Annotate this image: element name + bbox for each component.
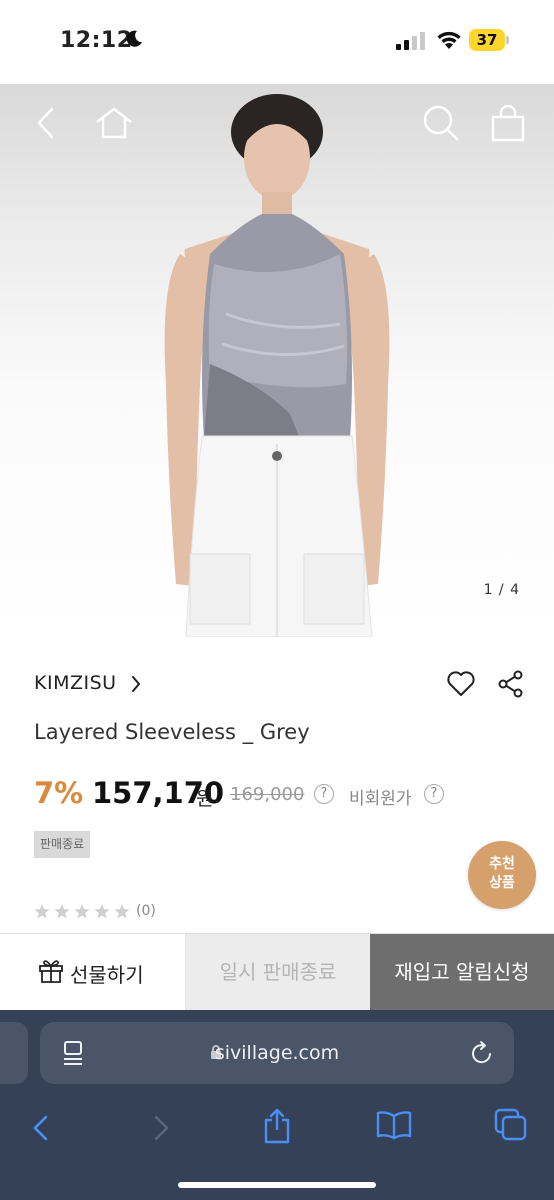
gift-button-label: 선물하기 bbox=[70, 963, 144, 987]
star-icon bbox=[114, 904, 130, 919]
original-price: 169,000 bbox=[230, 784, 305, 805]
browser-toolbar: sivillage.com bbox=[0, 1010, 554, 1200]
product-title: Layered Sleeveless _ Grey bbox=[34, 720, 310, 744]
price-help-icon[interactable]: ? bbox=[314, 784, 334, 804]
gift-icon bbox=[39, 960, 63, 983]
status-time: 12:12 bbox=[60, 28, 133, 53]
wifi-icon bbox=[437, 31, 461, 49]
gift-button[interactable]: 선물하기 bbox=[0, 934, 186, 1011]
moon-icon bbox=[126, 30, 142, 47]
image-pager: 1 / 4 bbox=[483, 582, 520, 598]
recommend-line1: 추천 bbox=[489, 856, 515, 872]
back-icon[interactable] bbox=[34, 106, 58, 140]
soldout-button: 일시 판매종료 bbox=[186, 934, 370, 1011]
star-icon bbox=[74, 904, 90, 919]
star-icon bbox=[34, 904, 50, 919]
battery-indicator: 37 bbox=[469, 29, 509, 51]
restock-alert-button[interactable]: 재입고 알림신청 bbox=[370, 934, 554, 1011]
tabs-icon[interactable] bbox=[494, 1108, 528, 1142]
product-photo bbox=[164, 94, 390, 637]
url-text: sivillage.com bbox=[214, 1042, 340, 1064]
nonmember-price-label: 비회원가 bbox=[349, 789, 412, 809]
price-row: 7% 157,170 원 169,000 ? 비회원가 ? bbox=[34, 776, 524, 812]
forward-icon[interactable] bbox=[150, 1114, 172, 1142]
bookmarks-icon[interactable] bbox=[376, 1110, 412, 1140]
battery-cap bbox=[506, 36, 509, 44]
address-bar[interactable]: sivillage.com bbox=[40, 1022, 514, 1084]
currency-unit: 원 bbox=[196, 788, 214, 810]
brand-link[interactable]: KIMZISU bbox=[34, 672, 117, 694]
search-icon[interactable] bbox=[422, 104, 460, 142]
status-badge: 판매종료 bbox=[34, 831, 91, 858]
previous-tab[interactable] bbox=[0, 1022, 28, 1084]
battery-level: 37 bbox=[476, 31, 498, 49]
share-icon[interactable] bbox=[498, 670, 524, 698]
star-icon bbox=[54, 904, 70, 919]
heart-icon[interactable] bbox=[446, 670, 476, 698]
status-bar: 12:12 37 bbox=[0, 0, 554, 84]
home-indicator bbox=[178, 1182, 376, 1188]
discount-rate: 7% bbox=[34, 776, 84, 810]
nonmember-help-icon[interactable]: ? bbox=[424, 784, 444, 804]
star-icon bbox=[94, 904, 110, 919]
back-icon[interactable] bbox=[30, 1114, 52, 1142]
shopping-bag-icon[interactable] bbox=[490, 104, 526, 142]
share-icon[interactable] bbox=[262, 1108, 292, 1144]
reload-icon[interactable] bbox=[470, 1040, 494, 1066]
product-image-carousel[interactable]: 1 / 4 bbox=[0, 84, 554, 637]
recommend-line2: 상품 bbox=[489, 875, 515, 891]
chevron-right-icon[interactable] bbox=[130, 673, 142, 695]
purchase-action-bar: 선물하기 일시 판매종료 재입고 알림신청 bbox=[0, 933, 554, 1011]
brand-row: KIMZISU bbox=[34, 670, 524, 698]
recommend-button[interactable]: 추천 상품 bbox=[468, 841, 536, 909]
cellular-signal-icon bbox=[396, 32, 425, 50]
home-icon[interactable] bbox=[94, 106, 134, 140]
review-count: (0) bbox=[136, 903, 156, 919]
